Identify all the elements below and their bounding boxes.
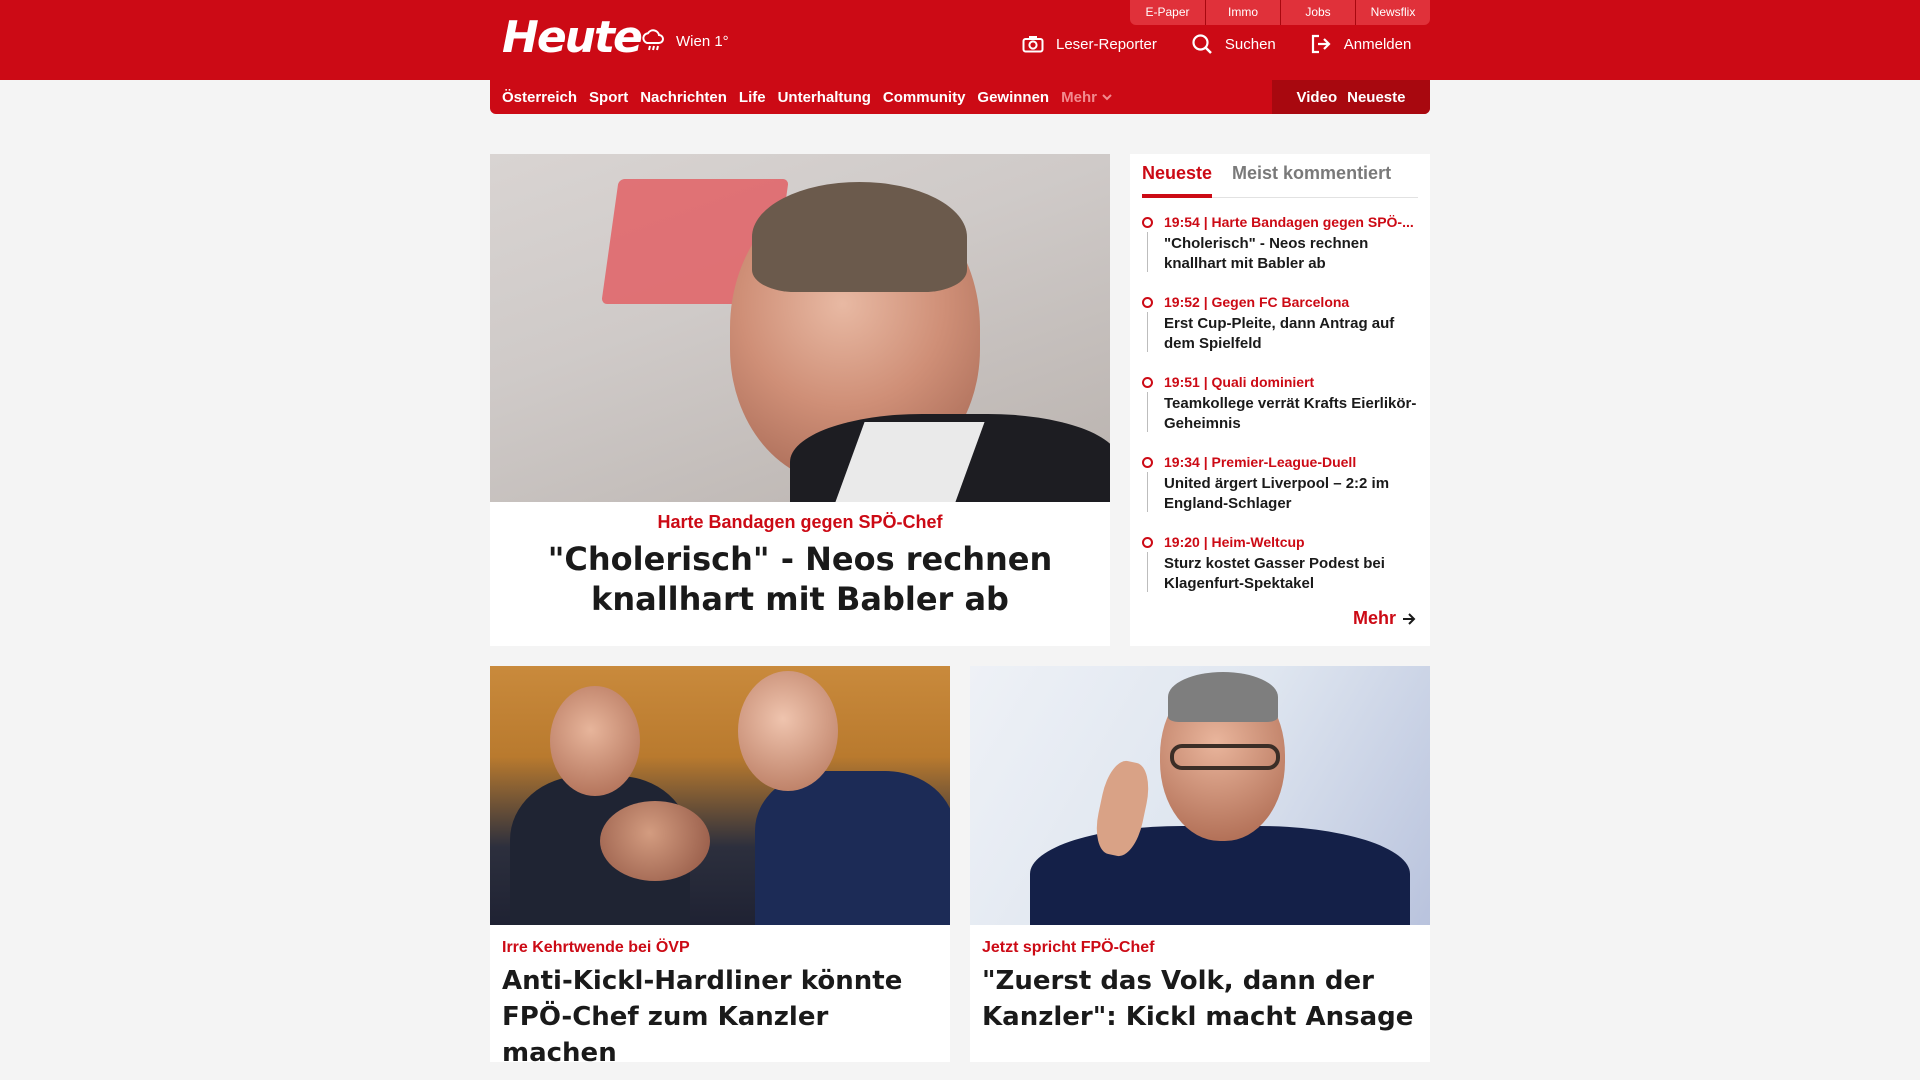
timeline-dot-icon [1142,537,1153,548]
top-link-newsflix[interactable]: Newsflix [1355,0,1430,25]
camera-icon [1022,36,1044,53]
timeline-dot-icon [1142,217,1153,228]
list-item[interactable]: 19:54 | Harte Bandagen gegen SPÖ-... "Ch… [1142,214,1422,274]
nav-item-life[interactable]: Life [739,89,766,106]
main-nav: Österreich Sport Nachrichten Life Unterh… [490,80,1430,114]
search-icon [1192,34,1212,54]
nav-item-gewinnen[interactable]: Gewinnen [977,89,1049,106]
news-headline[interactable]: Sturz kostet Gasser Podest bei Klagenfur… [1164,554,1422,594]
article-kicker[interactable]: Jetzt spricht FPÖ-Chef [982,939,1418,957]
hero-image[interactable] [490,154,1110,502]
nav-item-community[interactable]: Community [883,89,966,106]
nav-item-video[interactable]: Video [1297,89,1338,106]
login-icon [1311,34,1331,54]
login-button[interactable]: Anmelden [1310,34,1412,54]
hero-article[interactable]: Harte Bandagen gegen SPÖ-Chef "Cholerisc… [490,154,1110,646]
timeline-dot-icon [1142,457,1153,468]
article-kicker[interactable]: Irre Kehrtwende bei ÖVP [502,939,938,957]
site-logo[interactable]: Heute [502,12,643,63]
timeline-line [1147,232,1148,272]
nav-item-oesterreich[interactable]: Österreich [502,89,577,106]
leser-reporter-label: Leser-Reporter [1056,35,1157,53]
tab-meist-kommentiert[interactable]: Meist kommentiert [1232,162,1391,198]
timeline-dot-icon [1142,377,1153,388]
hero-title[interactable]: "Cholerisch" - Neos rechnen knallhart mi… [510,539,1090,619]
leser-reporter-button[interactable]: Leser-Reporter [1022,35,1157,53]
news-meta: 19:51 | Quali dominiert [1164,374,1315,390]
tab-neueste[interactable]: Neueste [1142,162,1213,198]
nav-more-dropdown[interactable]: Mehr [1061,89,1112,106]
timeline-line [1147,552,1148,592]
article-image-glasses [1170,744,1280,770]
arrow-right-icon [1403,612,1416,625]
article-image-hair [1168,672,1278,722]
sidebar-more-label: Mehr [1352,608,1396,628]
article-image-person [600,801,710,881]
news-headline[interactable]: Teamkollege verrät Krafts Eierlikör-Gehe… [1164,394,1422,434]
weather-label: Wien 1° [676,32,729,50]
news-meta: 19:52 | Gegen FC Barcelona [1164,294,1350,310]
rain-cloud-icon [642,29,664,51]
timeline-line [1147,472,1148,512]
top-link-epaper[interactable]: E-Paper [1130,0,1205,25]
news-meta: 19:20 | Heim-Weltcup [1164,534,1305,550]
header-bar [0,0,1920,80]
hero-image-hair [752,182,967,292]
article-image[interactable] [490,666,950,925]
timeline-line [1147,312,1148,352]
article-image-person [755,771,950,925]
search-button[interactable]: Suchen [1191,33,1276,55]
chevron-down-icon [1102,93,1112,100]
news-meta: 19:54 | Harte Bandagen gegen SPÖ-... [1164,214,1414,230]
news-meta: 19:34 | Premier-League-Duell [1164,454,1357,470]
sidebar-more-link[interactable]: Mehr [1353,608,1416,629]
top-links: E-Paper Immo Jobs Newsflix [1130,0,1430,25]
news-headline[interactable]: Erst Cup-Pleite, dann Antrag auf dem Spi… [1164,314,1422,354]
weather-widget[interactable]: Wien 1° [640,28,729,54]
search-label: Suchen [1224,35,1276,53]
article-title[interactable]: "Zuerst das Volk, dann der Kanzler": Kic… [982,963,1418,1035]
article-image-person [738,671,838,791]
news-headline[interactable]: "Cholerisch" - Neos rechnen knallhart mi… [1164,234,1422,274]
nav-item-nachrichten[interactable]: Nachrichten [640,89,727,106]
article-card[interactable]: Irre Kehrtwende bei ÖVP Anti-Kickl-Hardl… [490,666,950,1068]
login-label: Anmelden [1343,35,1412,53]
list-item[interactable]: 19:34 | Premier-League-Duell United ärge… [1142,454,1422,514]
nav-item-neueste[interactable]: Neueste [1347,89,1405,106]
list-item[interactable]: 19:51 | Quali dominiert Teamkollege verr… [1142,374,1422,434]
article-title[interactable]: Anti-Kickl-Hardliner könnte FPÖ-Chef zum… [502,963,938,1071]
news-sidebar: Neueste Meist kommentiert 19:54 | Harte … [1130,154,1430,646]
timeline-dot-icon [1142,297,1153,308]
news-list: 19:54 | Harte Bandagen gegen SPÖ-... "Ch… [1142,214,1422,614]
nav-item-sport[interactable]: Sport [589,89,628,106]
article-image[interactable] [970,666,1430,925]
list-item[interactable]: 19:52 | Gegen FC Barcelona Erst Cup-Plei… [1142,294,1422,354]
top-link-immo[interactable]: Immo [1205,0,1280,25]
nav-item-unterhaltung[interactable]: Unterhaltung [778,89,871,106]
nav-right-group: Video Neueste [1272,80,1430,114]
timeline-line [1147,392,1148,432]
header-actions: Leser-Reporter Suchen Anmelden [1022,33,1411,55]
article-image-person [550,686,640,796]
article-card[interactable]: Jetzt spricht FPÖ-Chef "Zuerst das Volk,… [970,666,1430,1062]
top-link-jobs[interactable]: Jobs [1280,0,1355,25]
sidebar-tabs: Neueste Meist kommentiert [1142,162,1418,198]
nav-more-label: Mehr [1061,88,1097,106]
news-headline[interactable]: United ärgert Liverpool – 2:2 im England… [1164,474,1422,514]
hero-kicker[interactable]: Harte Bandagen gegen SPÖ-Chef [490,512,1110,533]
list-item[interactable]: 19:20 | Heim-Weltcup Sturz kostet Gasser… [1142,534,1422,594]
